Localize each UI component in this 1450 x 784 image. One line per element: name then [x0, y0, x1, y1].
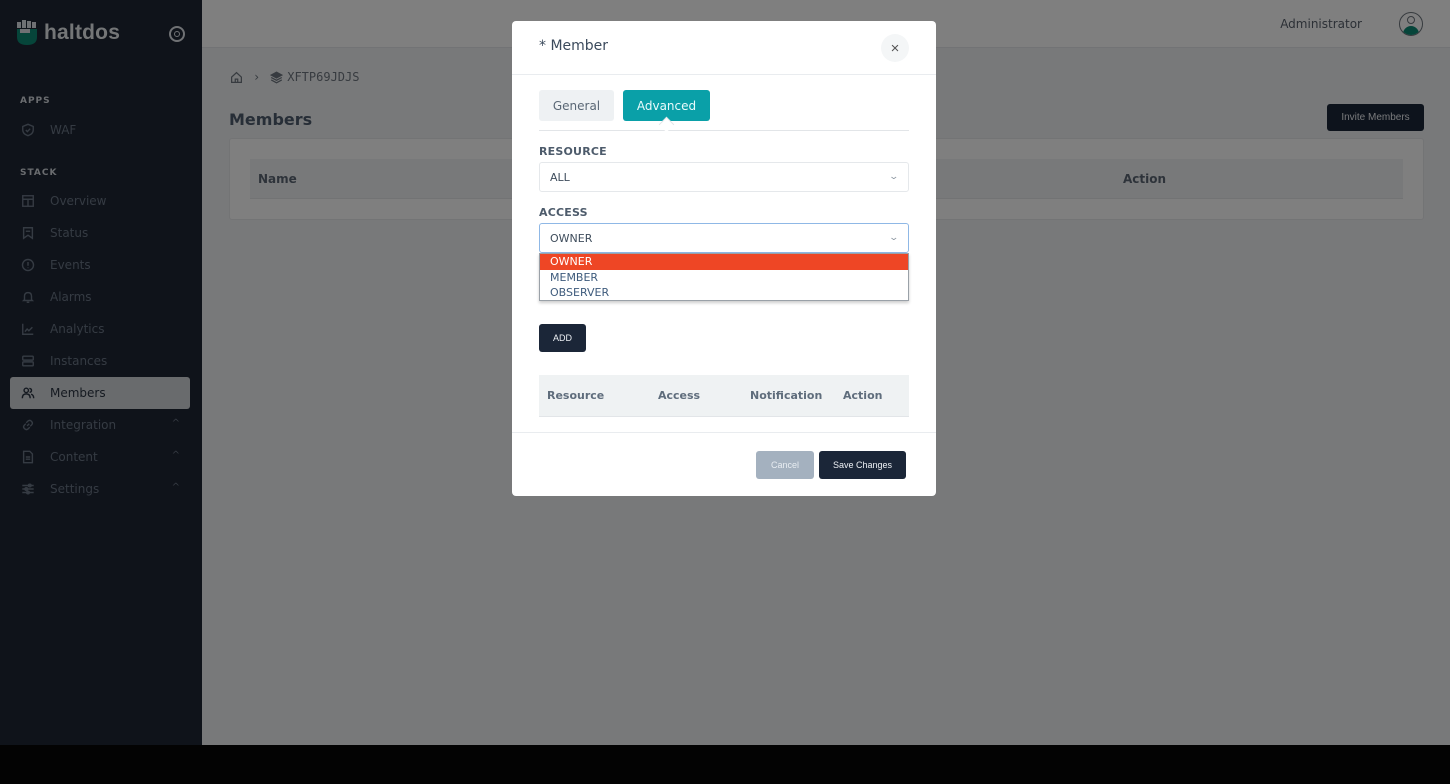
access-value: OWNER [550, 231, 593, 245]
app-window: haltdos APPS WAF STACK Overview Status E… [0, 0, 1450, 745]
resource-select[interactable]: ALL ⌄ [539, 162, 909, 192]
access-option-observer[interactable]: OBSERVER [540, 285, 908, 301]
chevron-down-icon: ⌄ [888, 172, 900, 182]
column-header-notification[interactable]: Notification [750, 389, 822, 402]
save-changes-button[interactable]: Save Changes [819, 451, 906, 479]
permissions-table-header: Resource Access Notification Action [539, 375, 909, 417]
access-option-owner[interactable]: OWNER [540, 254, 908, 270]
add-button[interactable]: ADD [539, 324, 586, 352]
access-option-member[interactable]: MEMBER [540, 270, 908, 286]
column-header-action[interactable]: Action [843, 389, 882, 402]
column-header-resource[interactable]: Resource [547, 389, 604, 402]
close-button[interactable]: × [881, 34, 909, 62]
resource-value: ALL [550, 170, 570, 184]
tab-general[interactable]: General [539, 90, 614, 121]
column-header-access[interactable]: Access [658, 389, 700, 402]
tab-advanced[interactable]: Advanced [623, 90, 710, 121]
chevron-down-icon: ⌄ [888, 233, 900, 243]
close-icon: × [890, 39, 900, 57]
cancel-button[interactable]: Cancel [756, 451, 814, 479]
access-label: ACCESS [539, 206, 588, 219]
modal-tabs: General Advanced [539, 90, 909, 131]
access-dropdown: OWNER MEMBER OBSERVER [539, 253, 909, 301]
member-modal: * Member × General Advanced RESOURCE ALL… [512, 21, 936, 496]
resource-label: RESOURCE [539, 145, 607, 158]
modal-header: * Member × [512, 21, 936, 75]
modal-title: * Member [539, 38, 609, 54]
access-select[interactable]: OWNER ⌄ [539, 223, 909, 253]
modal-footer: Cancel Save Changes [512, 432, 936, 496]
